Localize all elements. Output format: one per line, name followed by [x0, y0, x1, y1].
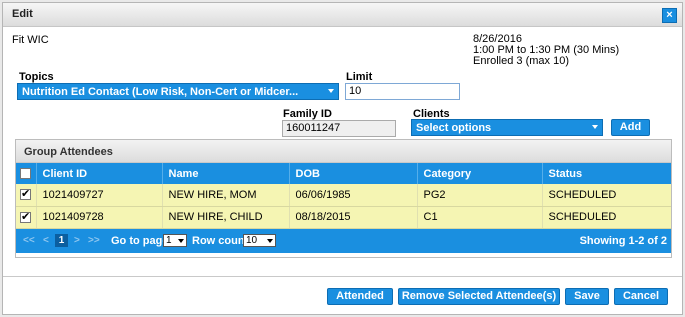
attendees-table: Client ID Name DOB Category Status 10214… — [16, 163, 671, 229]
topics-label: Topics — [19, 71, 54, 83]
cell-category: PG2 — [417, 184, 543, 207]
chevron-down-icon — [267, 238, 273, 243]
family-id-label: Family ID — [283, 108, 332, 120]
add-button[interactable]: Add — [611, 119, 650, 136]
cell-category: C1 — [417, 206, 543, 229]
cell-status: SCHEDULED — [542, 184, 671, 207]
chevron-down-icon — [592, 125, 598, 129]
column-category[interactable]: Category — [417, 163, 543, 184]
limit-input[interactable]: 10 — [345, 83, 460, 100]
panel-title: Group Attendees — [16, 140, 671, 163]
cell-dob: 06/06/1985 — [289, 184, 418, 207]
cell-dob: 08/18/2015 — [289, 206, 418, 229]
column-client-id[interactable]: Client ID — [36, 163, 163, 184]
current-page-number[interactable]: 1 — [55, 233, 68, 247]
first-page-icon[interactable]: << — [23, 235, 35, 246]
last-page-icon[interactable]: >> — [88, 235, 100, 246]
clients-select[interactable]: Select options — [411, 119, 603, 136]
next-page-icon[interactable]: > — [74, 235, 80, 246]
topics-select[interactable]: Nutrition Ed Contact (Low Risk, Non-Cert… — [17, 83, 339, 100]
row-checkbox[interactable] — [20, 210, 31, 223]
column-dob[interactable]: DOB — [289, 163, 418, 184]
remove-selected-button[interactable]: Remove Selected Attendee(s) — [398, 288, 560, 305]
cell-client-id: 1021409728 — [36, 206, 163, 229]
event-info: 8/26/2016 1:00 PM to 1:30 PM (30 Mins) E… — [473, 34, 619, 67]
chevron-down-icon — [328, 89, 334, 93]
family-id-field[interactable]: 160011247 — [282, 120, 396, 137]
edit-dialog: Edit × Fit WIC 8/26/2016 1:00 PM to 1:30… — [2, 2, 683, 315]
table-pager: << < 1 > >> Go to page: 1 Row count: 10 … — [16, 228, 671, 253]
column-status[interactable]: Status — [542, 163, 671, 184]
clients-select-placeholder: Select options — [416, 122, 492, 134]
table-header-row: Client ID Name DOB Category Status — [16, 163, 671, 184]
row-count-value: 10 — [246, 234, 258, 246]
cell-name: NEW HIRE, MOM — [162, 184, 290, 207]
row-checkbox[interactable] — [20, 187, 31, 201]
footer-divider — [3, 276, 682, 277]
row-checkbox-cell[interactable] — [16, 206, 37, 229]
goto-page-select[interactable]: 1 — [163, 233, 187, 247]
limit-label: Limit — [346, 71, 373, 83]
select-all-header[interactable] — [16, 163, 37, 184]
cell-name: NEW HIRE, CHILD — [162, 206, 290, 229]
select-all-checkbox[interactable] — [20, 168, 31, 180]
cancel-button[interactable]: Cancel — [614, 288, 668, 305]
event-name: Fit WIC — [12, 34, 49, 46]
dialog-title: Edit — [12, 8, 33, 20]
event-enrolled: Enrolled 3 (max 10) — [473, 55, 569, 67]
save-button[interactable]: Save — [565, 288, 609, 305]
table-row[interactable]: 1021409727 NEW HIRE, MOM 06/06/1985 PG2 … — [16, 184, 671, 207]
cell-client-id: 1021409727 — [36, 184, 163, 207]
chevron-down-icon — [178, 238, 184, 243]
group-attendees-panel: Group Attendees Client ID Name DOB Categ… — [15, 139, 672, 258]
row-count-select[interactable]: 10 — [243, 233, 276, 247]
close-icon[interactable]: × — [662, 8, 677, 23]
goto-page-value: 1 — [166, 234, 172, 246]
prev-page-icon[interactable]: < — [43, 235, 49, 246]
topics-select-value: Nutrition Ed Contact (Low Risk, Non-Cert… — [22, 86, 299, 98]
column-name[interactable]: Name — [162, 163, 290, 184]
row-checkbox-cell[interactable] — [16, 184, 37, 207]
attended-button[interactable]: Attended — [327, 288, 393, 305]
cell-status: SCHEDULED — [542, 206, 671, 229]
dialog-titlebar: Edit × — [3, 3, 682, 27]
showing-count: Showing 1-2 of 2 — [579, 234, 667, 247]
table-row[interactable]: 1021409728 NEW HIRE, CHILD 08/18/2015 C1… — [16, 206, 671, 229]
